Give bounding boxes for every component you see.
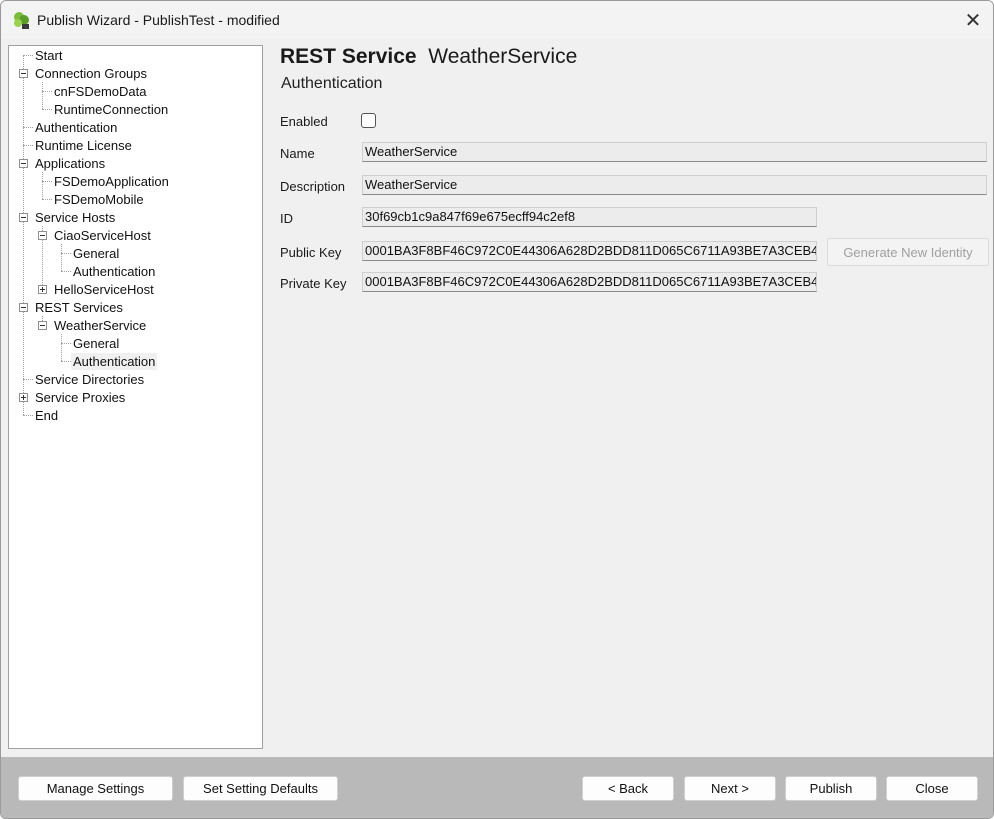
tree-item-fsdemoapplication[interactable]: FSDemoApplication <box>52 173 171 190</box>
name-label: Name <box>280 146 315 161</box>
tree-line <box>42 91 52 92</box>
name-field[interactable]: WeatherService <box>362 142 987 162</box>
collapse-icon[interactable] <box>19 213 28 222</box>
tree-line <box>61 361 71 362</box>
tree-line <box>42 172 43 199</box>
tree-line <box>42 181 52 182</box>
tree-line <box>42 82 43 109</box>
tree-item-weather-general[interactable]: General <box>71 335 121 352</box>
tree-line <box>61 343 71 344</box>
tree-line <box>42 199 52 200</box>
tree-line <box>61 271 71 272</box>
tree-item-connection-groups[interactable]: Connection Groups <box>33 65 149 82</box>
private-key-field[interactable]: 0001BA3F8BF46C972C0E44306A628D2BDD811D06… <box>362 272 817 292</box>
tree-item-start[interactable]: Start <box>33 47 64 64</box>
navigation-tree[interactable]: Start Connection Groups cnFSDemoData Run… <box>8 45 263 749</box>
tree-item-weather-authentication[interactable]: Authentication <box>71 353 158 370</box>
window-title: Publish Wizard - PublishTest - modified <box>37 12 280 28</box>
tree-item-runtimeconnection[interactable]: RuntimeConnection <box>52 101 170 118</box>
collapse-icon[interactable] <box>38 231 47 240</box>
back-button[interactable]: < Back <box>582 776 674 801</box>
expand-icon[interactable] <box>38 285 47 294</box>
tree-line <box>61 253 71 254</box>
page-subtitle: Authentication <box>281 75 383 92</box>
tree-item-applications[interactable]: Applications <box>33 155 107 172</box>
tree-item-ciao-authentication[interactable]: Authentication <box>71 263 157 280</box>
button-bar: Manage Settings Set Setting Defaults < B… <box>1 757 993 818</box>
description-field[interactable]: WeatherService <box>362 175 987 195</box>
id-field[interactable]: 30f69cb1c9a847f69e675ecff94c2ef8 <box>362 207 817 227</box>
page-title-name: WeatherService <box>428 45 578 68</box>
tree-item-service-hosts[interactable]: Service Hosts <box>33 209 117 226</box>
tree-item-runtime-license[interactable]: Runtime License <box>33 137 134 154</box>
publish-wizard-window: Publish Wizard - PublishTest - modified … <box>0 0 994 819</box>
collapse-icon[interactable] <box>19 303 28 312</box>
tree-item-weatherservice[interactable]: WeatherService <box>52 317 148 334</box>
description-label: Description <box>280 179 346 194</box>
tree-item-end[interactable]: End <box>33 407 60 424</box>
set-setting-defaults-button[interactable]: Set Setting Defaults <box>183 776 338 801</box>
tree-line <box>23 145 33 146</box>
tree-line <box>42 109 52 110</box>
close-button[interactable]: Close <box>886 776 978 801</box>
tree-item-service-directories[interactable]: Service Directories <box>33 371 146 388</box>
private-key-label: Private Key <box>280 276 347 291</box>
tree-line <box>23 55 33 56</box>
manage-settings-button[interactable]: Manage Settings <box>18 776 173 801</box>
tree-item-ciaoservicehost[interactable]: CiaoServiceHost <box>52 227 153 244</box>
tree-item-helloservicehost[interactable]: HelloServiceHost <box>52 281 156 298</box>
public-key-label: Public Key <box>280 245 342 260</box>
tree-item-fsdemomobile[interactable]: FSDemoMobile <box>52 191 146 208</box>
collapse-icon[interactable] <box>38 321 47 330</box>
generate-new-identity-button[interactable]: Generate New Identity <box>827 238 989 266</box>
public-key-field[interactable]: 0001BA3F8BF46C972C0E44306A628D2BDD811D06… <box>362 241 817 261</box>
enabled-checkbox[interactable] <box>361 113 376 128</box>
collapse-icon[interactable] <box>19 159 28 168</box>
tree-line <box>23 415 33 416</box>
tree-line <box>23 55 24 415</box>
page-title: REST Service WeatherService <box>280 45 577 69</box>
tree-item-ciao-general[interactable]: General <box>71 245 121 262</box>
collapse-icon[interactable] <box>19 69 28 78</box>
app-icon <box>14 12 29 29</box>
tree-item-authentication[interactable]: Authentication <box>33 119 119 136</box>
tree-item-service-proxies[interactable]: Service Proxies <box>33 389 127 406</box>
settings-panel: REST Service WeatherService Authenticati… <box>269 39 993 757</box>
tree-line <box>23 379 33 380</box>
close-icon[interactable]: ✕ <box>959 7 987 33</box>
tree-line <box>61 334 62 361</box>
tree-line <box>61 244 62 271</box>
tree-line <box>23 127 33 128</box>
title-bar: Publish Wizard - PublishTest - modified … <box>1 1 993 39</box>
publish-button[interactable]: Publish <box>785 776 877 801</box>
next-button[interactable]: Next > <box>684 776 776 801</box>
expand-icon[interactable] <box>19 393 28 402</box>
enabled-label: Enabled <box>280 114 328 129</box>
client-area: Start Connection Groups cnFSDemoData Run… <box>1 39 993 757</box>
tree-item-rest-services[interactable]: REST Services <box>33 299 125 316</box>
id-label: ID <box>280 211 293 226</box>
page-title-type: REST Service <box>280 45 417 68</box>
tree-item-cnfsdemodata[interactable]: cnFSDemoData <box>52 83 148 100</box>
